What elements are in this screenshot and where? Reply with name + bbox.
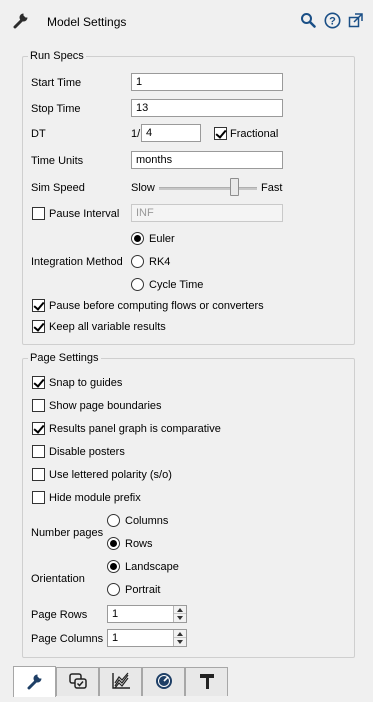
integration-cycle-time-label: Cycle Time xyxy=(149,279,204,291)
search-icon[interactable] xyxy=(298,10,318,30)
orientation-portrait-label: Portrait xyxy=(125,584,161,596)
pause-before-label: Pause before computing flows or converte… xyxy=(49,300,264,312)
integration-rk4-radio[interactable] xyxy=(131,255,144,268)
stop-time-field[interactable]: 13 xyxy=(131,99,283,117)
wrench-icon xyxy=(11,10,31,30)
page-columns-spinner[interactable] xyxy=(173,630,186,646)
sim-speed-fast-label: Fast xyxy=(261,182,283,194)
sim-speed-slider-thumb[interactable] xyxy=(230,178,239,196)
disable-posters-checkbox[interactable] xyxy=(32,445,45,458)
show-bounds-checkbox[interactable] xyxy=(32,399,45,412)
fractional-label: Fractional xyxy=(230,128,279,140)
integration-method-label: Integration Method xyxy=(31,256,123,268)
number-pages-label: Number pages xyxy=(31,527,104,539)
page-rows-spinner[interactable] xyxy=(173,606,186,622)
stop-time-label: Stop Time xyxy=(31,103,81,115)
paint-roller-icon xyxy=(198,672,216,693)
snap-label: Snap to guides xyxy=(49,377,123,389)
popout-icon[interactable] xyxy=(346,10,366,30)
orientation-landscape-label: Landscape xyxy=(125,561,179,573)
orientation-portrait-radio[interactable] xyxy=(107,583,120,596)
tab-graph[interactable] xyxy=(99,667,142,696)
orientation-label: Orientation xyxy=(31,573,85,585)
sim-speed-label: Sim Speed xyxy=(31,182,85,194)
run-specs-title: Run Specs xyxy=(28,50,86,62)
number-pages-columns-label: Columns xyxy=(125,515,169,527)
start-time-field[interactable]: 1 xyxy=(131,73,283,91)
integration-rk4-label: RK4 xyxy=(149,256,171,268)
start-time-label: Start Time xyxy=(31,77,82,89)
integration-cycle-time-radio[interactable] xyxy=(131,278,144,291)
dt-label: DT xyxy=(31,128,46,140)
snap-checkbox[interactable] xyxy=(32,376,45,389)
pause-before-checkbox[interactable] xyxy=(32,299,45,312)
orientation-landscape-radio[interactable] xyxy=(107,560,120,573)
page-settings-title: Page Settings xyxy=(28,352,101,364)
spin-down-icon[interactable] xyxy=(177,640,183,644)
results-panel-label: Results panel graph is comparative xyxy=(49,423,221,435)
time-units-field[interactable]: months xyxy=(131,151,283,169)
tab-model-check[interactable] xyxy=(56,667,99,696)
wrench-icon xyxy=(26,672,44,693)
svg-text:?: ? xyxy=(329,15,336,27)
keep-all-label: Keep all variable results xyxy=(49,321,166,333)
page-rows-label: Page Rows xyxy=(31,609,88,621)
integration-euler-radio[interactable] xyxy=(131,232,144,245)
hide-prefix-label: Hide module prefix xyxy=(49,492,141,504)
dt-field[interactable]: 4 xyxy=(141,124,201,142)
number-pages-rows-radio[interactable] xyxy=(107,537,120,550)
number-pages-columns-radio[interactable] xyxy=(107,514,120,527)
sim-speed-slow-label: Slow xyxy=(131,182,155,194)
integration-euler-label: Euler xyxy=(149,233,175,245)
spin-down-icon[interactable] xyxy=(177,616,183,620)
hide-prefix-checkbox[interactable] xyxy=(32,491,45,504)
time-units-label: Time Units xyxy=(31,155,84,167)
dt-prefix: 1/ xyxy=(131,128,141,140)
disable-posters-label: Disable posters xyxy=(49,446,125,458)
tab-model-settings[interactable] xyxy=(13,666,56,697)
model-check-icon xyxy=(68,672,88,693)
spin-up-icon[interactable] xyxy=(177,632,183,636)
sim-speed-track[interactable] xyxy=(159,187,257,190)
help-icon[interactable]: ? xyxy=(322,10,342,30)
keep-all-checkbox[interactable] xyxy=(32,320,45,333)
tab-style[interactable] xyxy=(185,667,228,696)
show-bounds-label: Show page boundaries xyxy=(49,400,162,412)
lettered-polarity-label: Use lettered polarity (s/o) xyxy=(49,469,172,481)
pause-interval-label: Pause Interval xyxy=(49,208,120,220)
fractional-checkbox[interactable] xyxy=(214,127,227,140)
spin-up-icon[interactable] xyxy=(177,608,183,612)
number-pages-rows-label: Rows xyxy=(125,538,153,550)
graph-icon xyxy=(111,672,131,693)
lettered-polarity-checkbox[interactable] xyxy=(32,468,45,481)
header: Model Settings ? xyxy=(0,0,373,40)
panel-title: Model Settings xyxy=(47,15,127,29)
page-columns-label: Page Columns xyxy=(31,633,104,645)
gauge-icon xyxy=(154,671,174,694)
pause-interval-field[interactable]: INF xyxy=(131,204,283,222)
results-panel-checkbox[interactable] xyxy=(32,422,45,435)
pause-interval-checkbox[interactable] xyxy=(32,207,45,220)
tab-gauge[interactable] xyxy=(142,667,185,696)
